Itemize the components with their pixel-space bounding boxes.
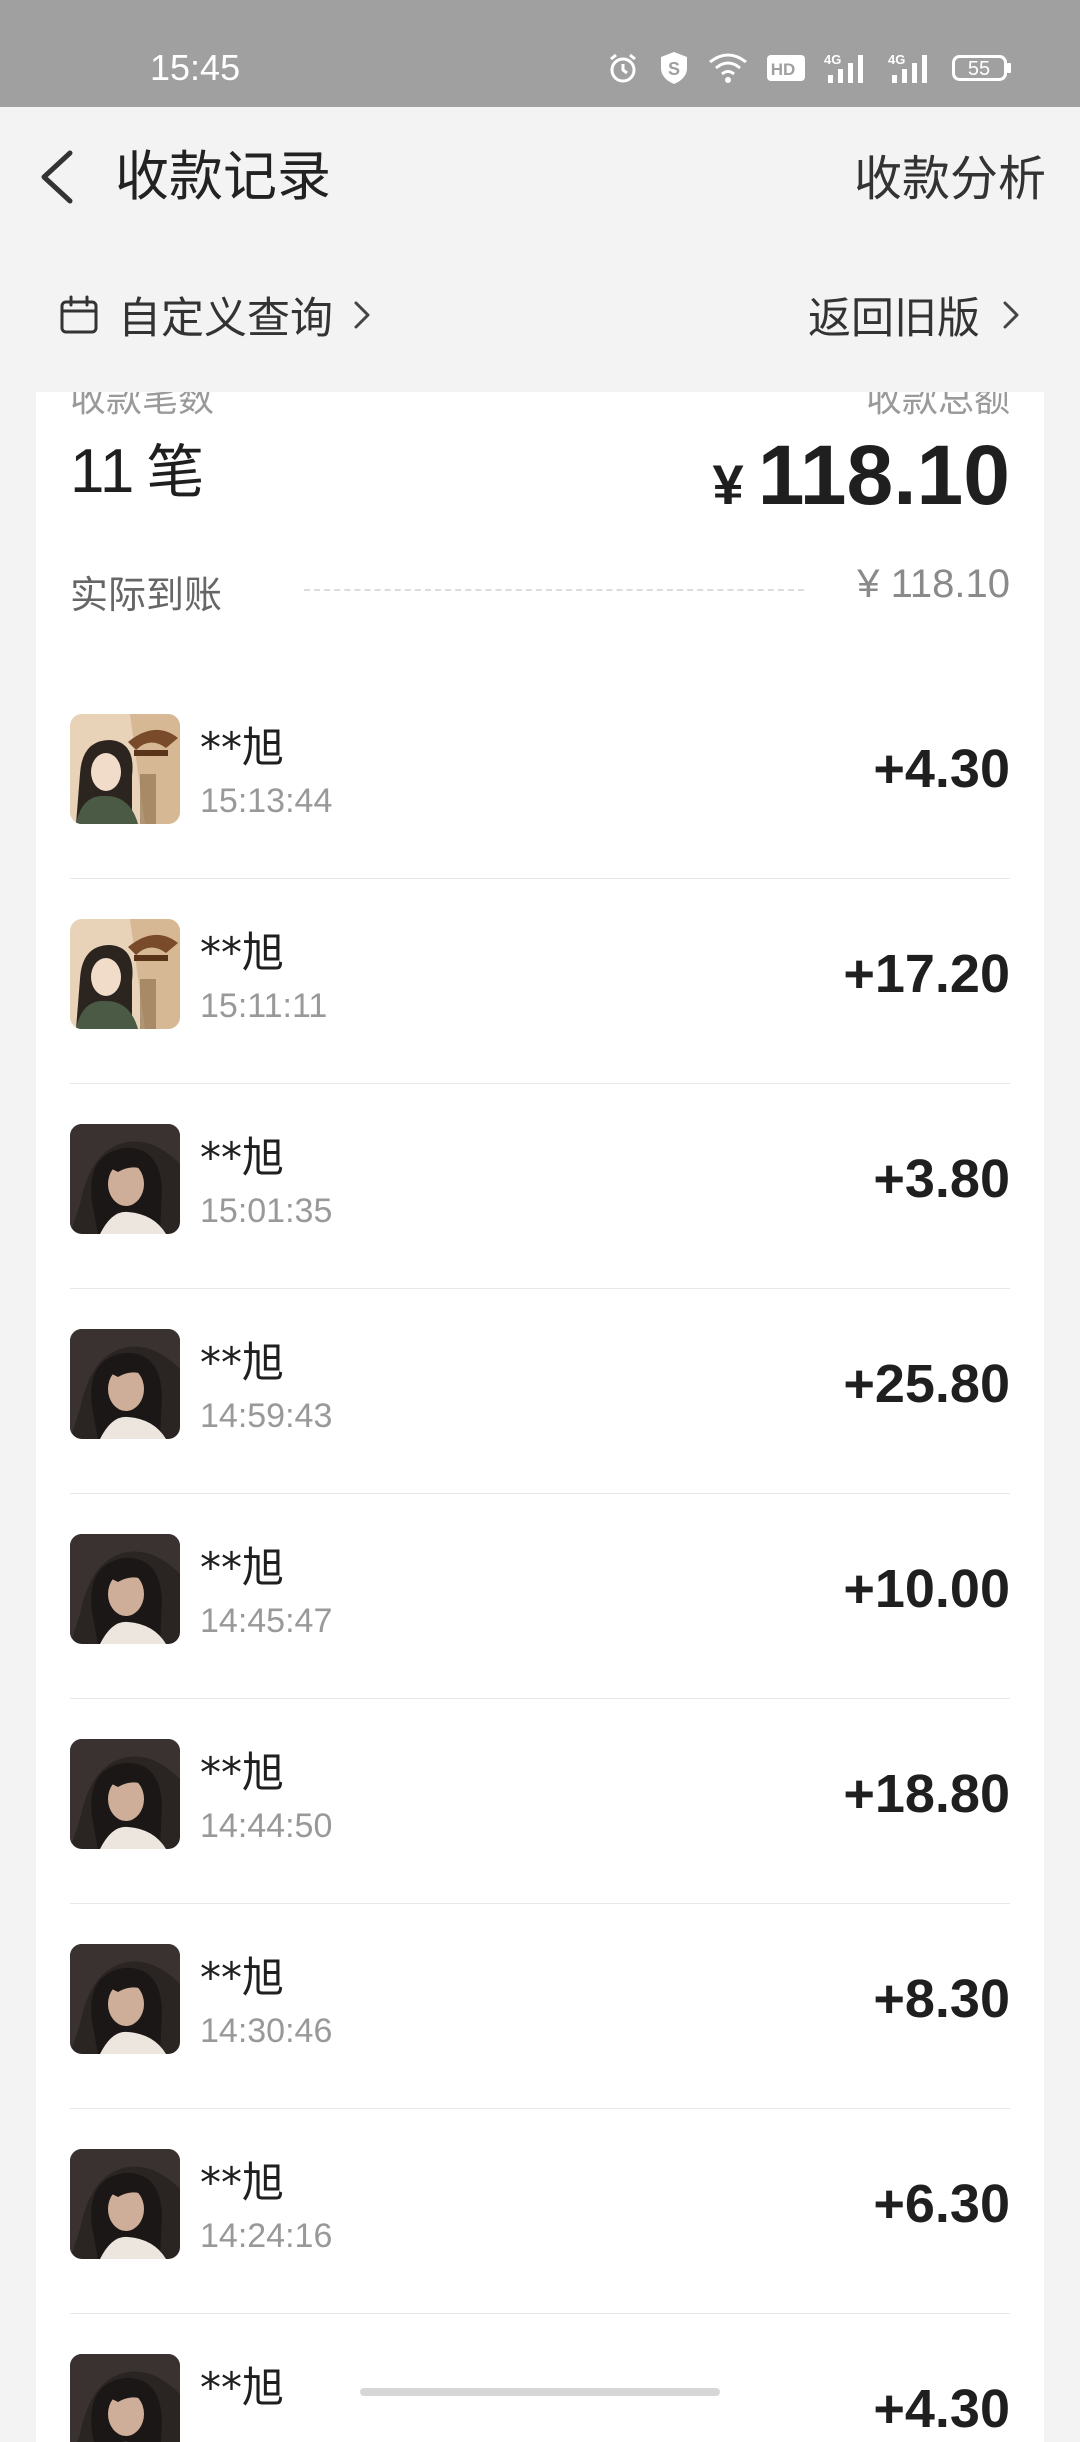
chevron-right-icon — [354, 301, 370, 329]
transaction-time: 14:45:47 — [200, 1602, 333, 1640]
battery-icon: 55 — [952, 55, 1011, 81]
transaction-time: 14:59:43 — [200, 1397, 333, 1435]
avatar-dark — [70, 1124, 180, 1234]
status-bar: 15:45 S HD 4G 4G 55 — [0, 0, 1080, 107]
avatar-dark — [70, 1329, 180, 1439]
actual-received-label: 实际到账 — [70, 573, 223, 617]
transaction-amount: +8.30 — [873, 1969, 1010, 2029]
transaction-time: 14:24:16 — [200, 2217, 333, 2255]
transaction-amount: +10.00 — [843, 1559, 1010, 1619]
transaction-amount: +6.30 — [873, 2174, 1010, 2234]
home-indicator — [360, 2388, 720, 2396]
shield-icon: S — [661, 52, 687, 84]
transaction-time: 14:44:50 — [200, 1807, 333, 1845]
payer-name: **旭 — [200, 1748, 285, 1797]
avatar-dark — [70, 1534, 180, 1644]
page-title: 收款记录 — [115, 145, 331, 208]
records-card: 收款笔数 收款总额 11 笔 ¥118.10 实际到账 ¥ 118.10 **旭 … — [36, 392, 1044, 2442]
count-unit: 笔 — [146, 438, 205, 506]
avatar-dark — [70, 2354, 180, 2442]
alarm-icon — [610, 53, 636, 83]
old-version-button[interactable]: 返回旧版 — [808, 285, 1022, 345]
total-amount: ¥118.10 — [713, 430, 1010, 545]
transaction-row[interactable]: **旭 15:11:11 +17.20 — [70, 879, 1010, 1084]
transaction-time: 15:13:44 — [200, 782, 333, 820]
analysis-link[interactable]: 收款分析 — [854, 149, 1046, 209]
payer-name: **旭 — [200, 1953, 285, 2002]
custom-query-button[interactable]: 自定义查询 — [58, 285, 373, 345]
transaction-time: 15:01:35 — [200, 1192, 333, 1230]
transaction-row[interactable]: **旭 14:30:46 +8.30 — [70, 1904, 1010, 2109]
avatar-hat — [70, 714, 180, 824]
transaction-amount: +18.80 — [843, 1764, 1010, 1824]
currency-symbol: ¥ — [712, 453, 744, 516]
transaction-time: 14:30:46 — [200, 2012, 333, 2050]
count-value: 11 — [70, 437, 135, 506]
transaction-row[interactable]: **旭 14:45:47 +10.00 — [70, 1494, 1010, 1699]
transaction-amount: +3.80 — [873, 1149, 1010, 1209]
total-label: 收款总额 — [865, 392, 1010, 420]
wifi-icon — [709, 53, 747, 83]
svg-text:S: S — [668, 59, 680, 79]
signal-4g-icon: 4G — [824, 52, 863, 83]
chevron-right-icon — [1003, 301, 1019, 329]
svg-text:HD: HD — [771, 60, 796, 79]
payer-name: **旭 — [200, 1133, 285, 1182]
payer-name: **旭 — [200, 2363, 285, 2412]
calendar-icon — [60, 295, 98, 334]
svg-text:4G: 4G — [824, 52, 841, 67]
payer-name: **旭 — [200, 1338, 285, 1387]
transaction-time: 15:11:11 — [200, 987, 328, 1025]
battery-level: 55 — [968, 58, 990, 80]
signal-4g-icon: 4G — [888, 52, 927, 83]
hd-icon: HD — [767, 55, 805, 81]
actual-received-amount: ¥ 118.10 — [857, 562, 1010, 606]
chevron-left-icon — [41, 150, 73, 204]
header: 收款记录 收款分析 — [0, 107, 1080, 247]
transaction-row[interactable]: **旭 14:24:16 +6.30 — [70, 2109, 1010, 2314]
transaction-row[interactable]: **旭 15:13:44 +4.30 — [70, 674, 1010, 879]
count-label: 收款笔数 — [70, 392, 215, 420]
payer-name: **旭 — [200, 1543, 285, 1592]
transaction-row[interactable]: **旭 14:44:50 +18.80 — [70, 1699, 1010, 1904]
status-time: 15:45 — [150, 47, 241, 88]
transaction-amount: +4.30 — [873, 739, 1010, 799]
dashed-divider — [304, 589, 804, 591]
avatar-dark — [70, 1944, 180, 2054]
avatar-hat — [70, 919, 180, 1029]
payer-name: **旭 — [200, 2158, 285, 2207]
transaction-row[interactable]: **旭 +4.30 — [70, 2314, 1010, 2442]
filter-bar: 自定义查询 返回旧版 — [0, 255, 1080, 375]
avatar-dark — [70, 1739, 180, 1849]
avatar-dark — [70, 2149, 180, 2259]
transaction-count: 11 笔 — [70, 434, 204, 510]
transaction-amount: +25.80 — [843, 1354, 1010, 1414]
custom-query-label: 自定义查询 — [118, 294, 333, 344]
payer-name: **旭 — [200, 928, 285, 977]
payer-name: **旭 — [200, 723, 285, 772]
old-version-label: 返回旧版 — [808, 294, 980, 344]
transaction-list: **旭 15:13:44 +4.30 **旭 15:11:11 +17.20 *… — [36, 674, 1044, 2442]
transaction-row[interactable]: **旭 14:59:43 +25.80 — [70, 1289, 1010, 1494]
transaction-amount: +4.30 — [873, 2379, 1010, 2439]
transaction-amount: +17.20 — [843, 944, 1010, 1004]
svg-text:4G: 4G — [888, 52, 905, 67]
transaction-row[interactable]: **旭 15:01:35 +3.80 — [70, 1084, 1010, 1289]
status-icons: S HD 4G 4G 55 — [606, 48, 1012, 88]
total-value: 118.10 — [757, 428, 1010, 522]
back-button[interactable] — [34, 147, 82, 207]
